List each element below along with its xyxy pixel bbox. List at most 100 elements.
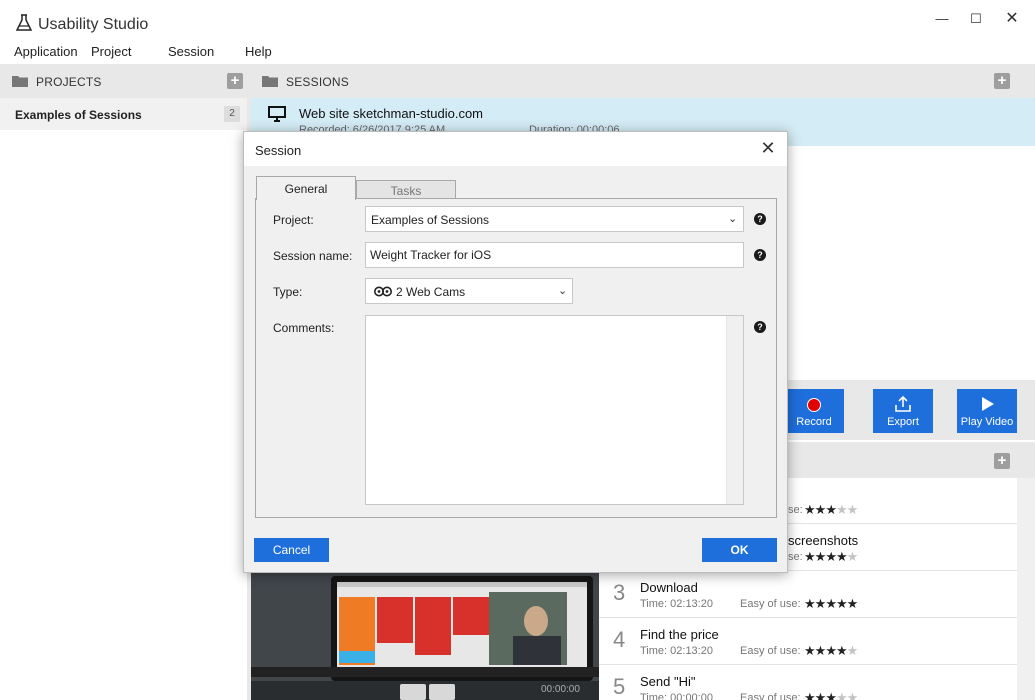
comments-scrollbar[interactable] [726, 316, 743, 504]
play-icon [982, 397, 994, 411]
video-stop-button[interactable] [429, 684, 455, 700]
add-task-button[interactable]: + [994, 453, 1010, 469]
maximize-button[interactable]: ☐ [962, 8, 990, 30]
export-label: Export [887, 416, 919, 428]
video-controls: 00:00:00 [251, 681, 599, 700]
comments-field-label: Comments: [273, 321, 335, 335]
star-icon: ★ [804, 502, 816, 517]
menu-bar: Application Project Session Help [0, 40, 1035, 64]
help-icon[interactable]: ? [754, 249, 766, 261]
task-ease-label: se: [788, 551, 803, 563]
task-ease-label: Easy of use: [740, 692, 801, 700]
star-icon: ★ [835, 549, 848, 564]
close-window-button[interactable]: ✕ [998, 8, 1026, 30]
session-name-label: Session name: [273, 249, 353, 263]
export-icon [895, 395, 911, 412]
record-button[interactable]: Record [784, 389, 844, 433]
chevron-down-icon: ⌄ [728, 213, 738, 225]
tasks-scrollbar[interactable] [1017, 478, 1035, 700]
app-title: Usability Studio [38, 16, 149, 33]
tab-general[interactable]: General [256, 176, 356, 200]
task-rating: ★★★★★ [804, 596, 859, 612]
project-count-badge: 2 [224, 106, 240, 122]
play-video-button[interactable]: Play Video [957, 389, 1017, 433]
star-icon: ★ [814, 643, 827, 658]
video-play-button[interactable] [400, 684, 426, 700]
dialog-title-bar: Session ✕ [244, 132, 787, 166]
comments-textarea[interactable] [365, 315, 744, 505]
type-field-label: Type: [273, 285, 303, 299]
list-item[interactable]: se: ★★★★★ [788, 478, 1017, 524]
task-name: Send "Hi" [640, 674, 696, 689]
task-rating: ★★★★★ [804, 502, 858, 518]
star-icon: ★ [825, 549, 837, 564]
star-icon: ★ [814, 690, 827, 700]
list-item[interactable]: screenshots se: ★★★★★ [788, 525, 1017, 571]
star-icon: ★ [804, 596, 816, 611]
project-item[interactable]: Examples of Sessions 2 [0, 98, 247, 130]
session-toolbar: Record Export Play Video [784, 380, 1035, 440]
record-icon [807, 398, 821, 412]
star-icon: ★ [825, 643, 837, 658]
sessions-title: SESSIONS [286, 75, 349, 89]
menu-application[interactable]: Application [14, 44, 78, 59]
menu-session[interactable]: Session [168, 44, 214, 59]
list-item[interactable]: 4 Find the price Time: 02:13:20 Easy of … [599, 619, 1017, 665]
star-icon: ★ [835, 690, 848, 700]
type-select[interactable]: 2 Web Cams ⌄ [365, 278, 573, 304]
add-session-button[interactable]: + [994, 73, 1010, 89]
task-rating: ★★★★★ [804, 549, 858, 565]
monitor-icon [268, 106, 286, 122]
list-item[interactable]: 3 Download Time: 02:13:20 Easy of use: ★… [599, 572, 1017, 618]
list-item[interactable]: 5 Send "Hi" Time: 00:00:00 Easy of use: … [599, 666, 1017, 700]
cancel-button[interactable]: Cancel [254, 538, 329, 562]
star-icon: ★ [846, 643, 859, 658]
menu-help[interactable]: Help [245, 44, 272, 59]
general-tab-panel: Project: Examples of Sessions ⌄ ? Sessio… [255, 198, 777, 518]
tasks-header: + [788, 442, 1035, 478]
dialog-title: Session [255, 143, 302, 158]
star-icon: ★ [804, 690, 816, 700]
ok-button[interactable]: OK [702, 538, 777, 562]
session-name-input[interactable] [365, 242, 744, 268]
play-video-label: Play Video [960, 416, 1014, 428]
project-field-label: Project: [273, 213, 314, 227]
star-icon: ★ [814, 596, 827, 611]
sessions-header: SESSIONS + [251, 64, 1035, 98]
star-icon: ★ [835, 596, 848, 611]
video-time: 00:00:00 [541, 684, 580, 695]
star-icon: ★ [835, 643, 848, 658]
task-time: Time: 02:13:20 [640, 645, 713, 657]
project-select-value: Examples of Sessions [371, 213, 490, 227]
folder-icon [262, 76, 278, 87]
star-icon: ★ [814, 502, 827, 517]
star-icon: ★ [846, 596, 859, 611]
folder-icon [12, 76, 28, 87]
task-name: Find the price [640, 627, 719, 642]
task-ease-label: se: [788, 504, 803, 516]
star-icon: ★ [804, 549, 816, 564]
star-icon: ★ [825, 502, 837, 517]
flask-icon [16, 14, 32, 31]
task-ease-label: Easy of use: [740, 645, 801, 657]
task-time: Time: 00:00:00 [640, 692, 713, 700]
task-rating: ★★★★★ [804, 643, 859, 659]
help-icon[interactable]: ? [754, 213, 766, 225]
webcam-icon [374, 286, 392, 297]
type-select-value: 2 Web Cams [396, 285, 466, 299]
video-preview[interactable]: 00:00:00 [251, 573, 599, 700]
task-name: screenshots [788, 533, 859, 548]
projects-title: PROJECTS [36, 75, 102, 89]
export-button[interactable]: Export [873, 389, 933, 433]
task-number: 4 [613, 627, 626, 652]
help-icon[interactable]: ? [754, 321, 766, 333]
menu-project[interactable]: Project [91, 44, 131, 59]
add-project-button[interactable]: + [227, 73, 243, 89]
video-frame [251, 573, 599, 681]
star-icon: ★ [846, 690, 859, 700]
star-icon: ★ [835, 502, 848, 517]
minimize-button[interactable]: — [928, 8, 956, 30]
task-name: Download [640, 580, 698, 595]
close-icon[interactable]: ✕ [758, 138, 778, 158]
project-select[interactable]: Examples of Sessions ⌄ [365, 206, 744, 232]
